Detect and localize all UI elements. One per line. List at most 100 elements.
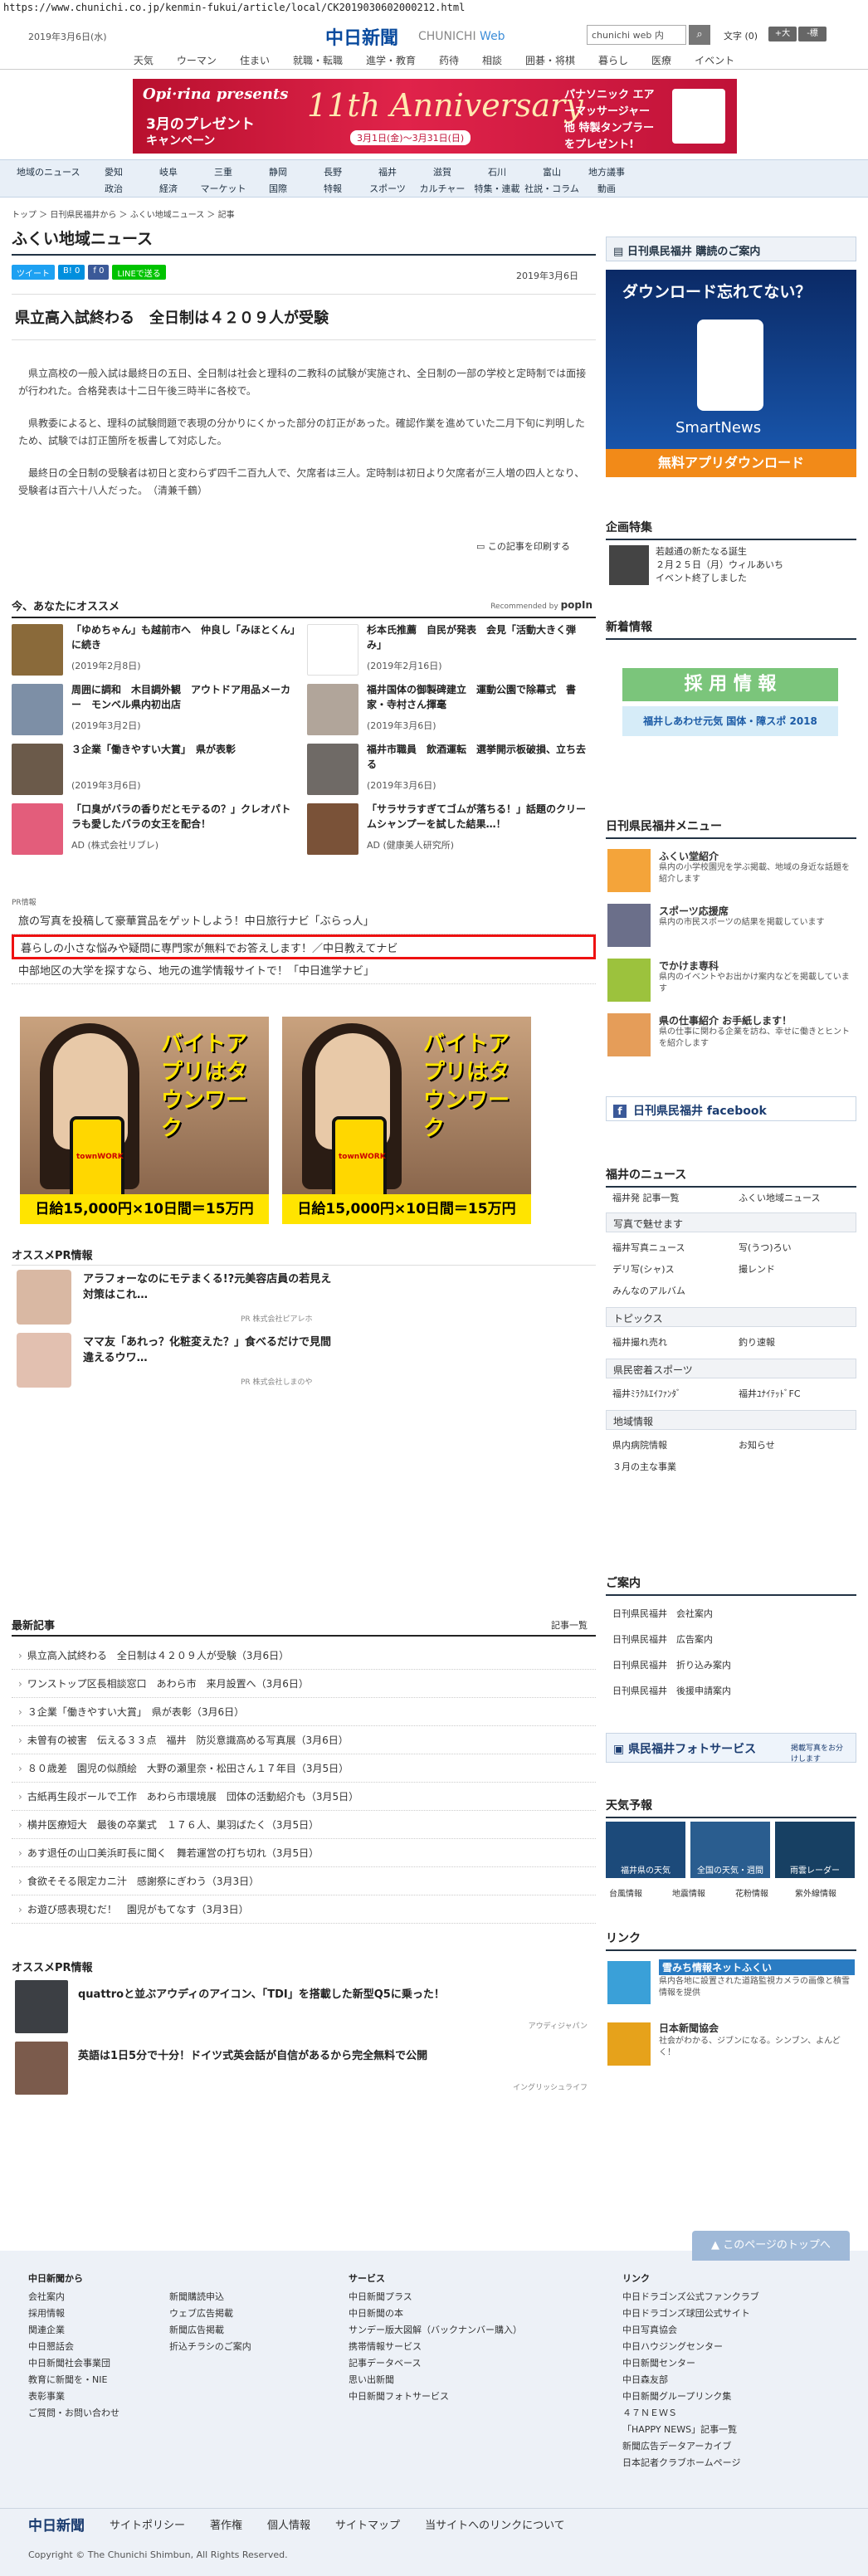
section-nav-item[interactable]: 動画 <box>579 182 634 195</box>
link-item[interactable]: 日本新聞協会 社会がわかる、ジブンになる。シンブン、よんどく！ <box>606 2021 856 2071</box>
section-nav-item[interactable]: 福井 <box>360 165 415 178</box>
category-item[interactable]: 住まい <box>228 50 281 69</box>
category-item[interactable]: ウーマン <box>165 50 228 69</box>
category-item[interactable]: 药待 <box>427 50 471 69</box>
recommend-item[interactable]: 「口臭がバラの香りだとモテるの？」クレオパトラも愛したバラの女王を配合！ AD (… <box>12 802 302 860</box>
footer-link[interactable]: 中日新聞プラス <box>349 2289 522 2305</box>
footer-link[interactable]: 中日新聞センター <box>622 2355 759 2372</box>
feature-item[interactable]: 若越通の新たなる誕生 ２月２５日（月）ウィルあいち イベント終了しました <box>656 545 855 585</box>
guide-link[interactable]: 日刊県民福井 広告案内 <box>612 1627 853 1652</box>
side-link[interactable]: 福井撮れ売れ <box>612 1335 667 1349</box>
footer-link[interactable]: 会社案内 <box>28 2289 119 2305</box>
address-bar[interactable]: https://www.chunichi.co.jp/kenmin-fukui/… <box>0 0 868 18</box>
footer-link[interactable]: 中日ハウジングセンター <box>622 2339 759 2355</box>
latest-item[interactable]: お遊び感表現むだ！ 園児がもてなす（3月3日） <box>12 1895 596 1924</box>
side-link[interactable]: デリ写(シャ)ス <box>612 1262 675 1276</box>
latest-item[interactable]: ワンストップ区長相談窓口 あわら市 来月設置へ（3月6日） <box>12 1670 596 1698</box>
recommend-item[interactable]: 福井国体の御製碑建立 運動公園で除幕式 書家・寺村さん揮毫 (2019年3月6日) <box>307 682 597 740</box>
breadcrumb[interactable]: トップ ＞ 日刊県民福井から ＞ ふくい地域ニュース ＞ 記事 <box>12 207 596 220</box>
menu-item[interactable]: でかけま専科 県内のイベントやお出かけ案内などを掲載しています <box>606 957 856 1012</box>
section-nav-item[interactable]: 滋賀 <box>415 165 470 178</box>
townwork-ad[interactable]: townWORK バイトアプリはタウンワーク 日給15,000円×10日間＝15… <box>20 1017 269 1224</box>
side-link[interactable]: ３月の主な事業 <box>612 1460 676 1473</box>
weather-link[interactable]: 地震情報 <box>672 1886 705 1899</box>
latest-item[interactable]: 横井医療短大 最後の卒業式 １７６人、巣羽ばたく（3月5日） <box>12 1811 596 1839</box>
recommend-item[interactable]: 福井市職員 飲酒運転 選挙開示板破損、立ち去る (2019年3月6日) <box>307 742 597 800</box>
footer-link[interactable]: 「HAPPY NEWS」記事一覧 <box>622 2422 759 2438</box>
section-nav-item[interactable]: 経済 <box>141 182 196 195</box>
section-nav-item[interactable]: 愛知 <box>86 165 141 178</box>
hatena-button[interactable]: B! 0 <box>58 265 85 280</box>
footer-bottom-link[interactable]: 著作権 <box>210 2516 242 2532</box>
ad-banner[interactable]: Opi·rina presents 3月のプレゼント キャンペーン 11th A… <box>133 79 737 154</box>
section-nav-item[interactable]: カルチャー <box>415 182 470 195</box>
side-link[interactable]: 釣り速報 <box>739 1335 775 1349</box>
footer-link[interactable]: 折込チラシのご案内 <box>169 2339 251 2355</box>
footer-link[interactable]: 思い出新聞 <box>349 2372 522 2388</box>
footer-link[interactable]: 教育に新聞を・NIE <box>28 2372 119 2388</box>
latest-item[interactable]: 県立高入試終わる 全日制は４２０９人が受験（3月6日） <box>12 1642 596 1670</box>
section-nav-item[interactable]: 特集・連載 <box>470 182 524 195</box>
category-item[interactable]: 進学・教育 <box>354 50 427 69</box>
section-nav-item[interactable]: 石川 <box>470 165 524 178</box>
footer-link[interactable]: 採用情報 <box>28 2305 119 2322</box>
recommend-item[interactable]: 「ゆめちゃん」も越前市へ 仲良し「みほとくん」に続き (2019年2月8日) <box>12 622 302 681</box>
weather-link[interactable]: 台風情報 <box>609 1886 642 1899</box>
weather-national-button[interactable]: 全国の天気・週間 <box>690 1822 770 1878</box>
footer-link[interactable]: サンデー版大図解（バックナンバー購入） <box>349 2322 522 2339</box>
footer-link[interactable]: 中日新聞の本 <box>349 2305 522 2322</box>
side-link[interactable]: 写(うつ)ろい <box>739 1241 792 1254</box>
font-larger-button[interactable]: +大 <box>768 27 797 41</box>
footer-link[interactable]: 中日写真協会 <box>622 2322 759 2339</box>
section-nav-item[interactable]: 長野 <box>305 165 360 178</box>
footer-link[interactable]: 表彰事業 <box>28 2388 119 2405</box>
latest-item[interactable]: ８０歳差 園児の似顔絵 大野の瀬里奈・松田さん１７年目（3月5日） <box>12 1754 596 1783</box>
side-link[interactable]: 撮レンド <box>739 1262 775 1276</box>
townwork-ad[interactable]: townWORK バイトアプリはタウンワーク 日給15,000円×10日間＝15… <box>282 1017 531 1224</box>
line-button[interactable]: LINEで送る <box>112 265 166 280</box>
footer-link[interactable]: 携帯情報サービス <box>349 2339 522 2355</box>
section-nav-item[interactable]: 特報 <box>305 182 360 195</box>
footer-link[interactable]: 中日新聞グループリンク集 <box>622 2388 759 2405</box>
recruit-banner[interactable]: 採 用 情 報 <box>622 668 838 701</box>
side-link[interactable]: 福井ﾕﾅｲﾃｯﾄﾞFC <box>739 1387 801 1400</box>
section-nav-item[interactable]: 富山 <box>524 165 579 178</box>
category-item[interactable]: 天気 <box>122 50 165 69</box>
latest-item[interactable]: 未曽有の被害 伝える３３点 福井 防災意識高める写真展（3月6日） <box>12 1726 596 1754</box>
side-link[interactable]: みんなのアルバム <box>612 1284 685 1297</box>
section-nav-item[interactable]: 地域のニュース <box>17 165 86 178</box>
pr-info-item[interactable]: アラフォーなのにモテまくる!?元美容店員の若見え対策はこれ… PR 株式会社ピア… <box>17 1270 332 1328</box>
subscribe-link[interactable]: ▤ 日刊県民福井 購読のご案内 <box>606 237 856 261</box>
footer-link[interactable]: 中日新聞社会事業団 <box>28 2355 119 2372</box>
section-nav-item[interactable]: 三重 <box>196 165 251 178</box>
footer-link[interactable]: 新聞購読申込 <box>169 2289 251 2305</box>
pr-info-item[interactable]: ママ友「あれっ？化粧変えた？」食べるだけで見間違えるウワ… PR 株式会社しまの… <box>17 1333 332 1391</box>
category-item[interactable]: 暮らし <box>587 50 640 69</box>
menu-item[interactable]: 県の仕事紹介 お手紙します！ 県の仕事に関わる企業を訪ね、幸せに働きとヒントを紹介… <box>606 1012 856 1066</box>
recommend-item[interactable]: 杉本氏推薦 自民が発表 会見「活動大きく弾み」 (2019年2月16日) <box>307 622 597 681</box>
footer-link[interactable]: 中日ドラゴンズ球団公式サイト <box>622 2305 759 2322</box>
footer-link[interactable]: 新聞広告掲載 <box>169 2322 251 2339</box>
side-link[interactable]: 県内病院情報 <box>612 1438 667 1451</box>
latest-item[interactable]: 食欲そそる限定カニ汁 感謝祭にぎわう（3月3日） <box>12 1867 596 1895</box>
section-nav-item[interactable]: スポーツ <box>360 182 415 195</box>
footer-link[interactable]: ４７ＮＥＷＳ <box>622 2405 759 2422</box>
section-nav-item[interactable]: 社説・コラム <box>524 182 579 195</box>
pr2-item[interactable]: 英語は1日5分で十分！ドイツ式英会話が自信があるから完全無料で公開 イングリッシ… <box>12 2042 596 2096</box>
guide-link[interactable]: 日刊県民福井 折り込み案内 <box>612 1652 853 1678</box>
footer-bottom-link[interactable]: サイトマップ <box>335 2516 400 2532</box>
menu-item[interactable]: ふくい堂紹介 県内の小学校園児を学ぶ掲載、地域の身近な話題を紹介します <box>606 847 856 902</box>
section-nav-item[interactable]: 静岡 <box>251 165 305 178</box>
print-link[interactable]: ▭ この記事を印刷する <box>476 539 570 553</box>
menu-item[interactable]: スポーツ応援席 県内の市民スポーツの結果を掲載しています <box>606 902 856 957</box>
facebook-link[interactable]: f 日刊県民福井 facebook <box>606 1096 856 1121</box>
category-item[interactable]: 囲碁・将棋 <box>514 50 587 69</box>
facebook-button[interactable]: f 0 <box>88 265 110 280</box>
footer-link[interactable]: 日本記者クラブホームページ <box>622 2455 759 2471</box>
footer-bottom-link[interactable]: サイトポリシー <box>110 2516 185 2532</box>
section-nav-item[interactable]: 地方議事 <box>579 165 634 178</box>
guide-link[interactable]: 日刊県民福井 会社案内 <box>612 1601 853 1627</box>
section-nav-item[interactable]: 岐阜 <box>141 165 196 178</box>
section-nav-item[interactable]: 国際 <box>251 182 305 195</box>
latest-more-link[interactable]: 記事一覧 <box>551 1618 588 1632</box>
